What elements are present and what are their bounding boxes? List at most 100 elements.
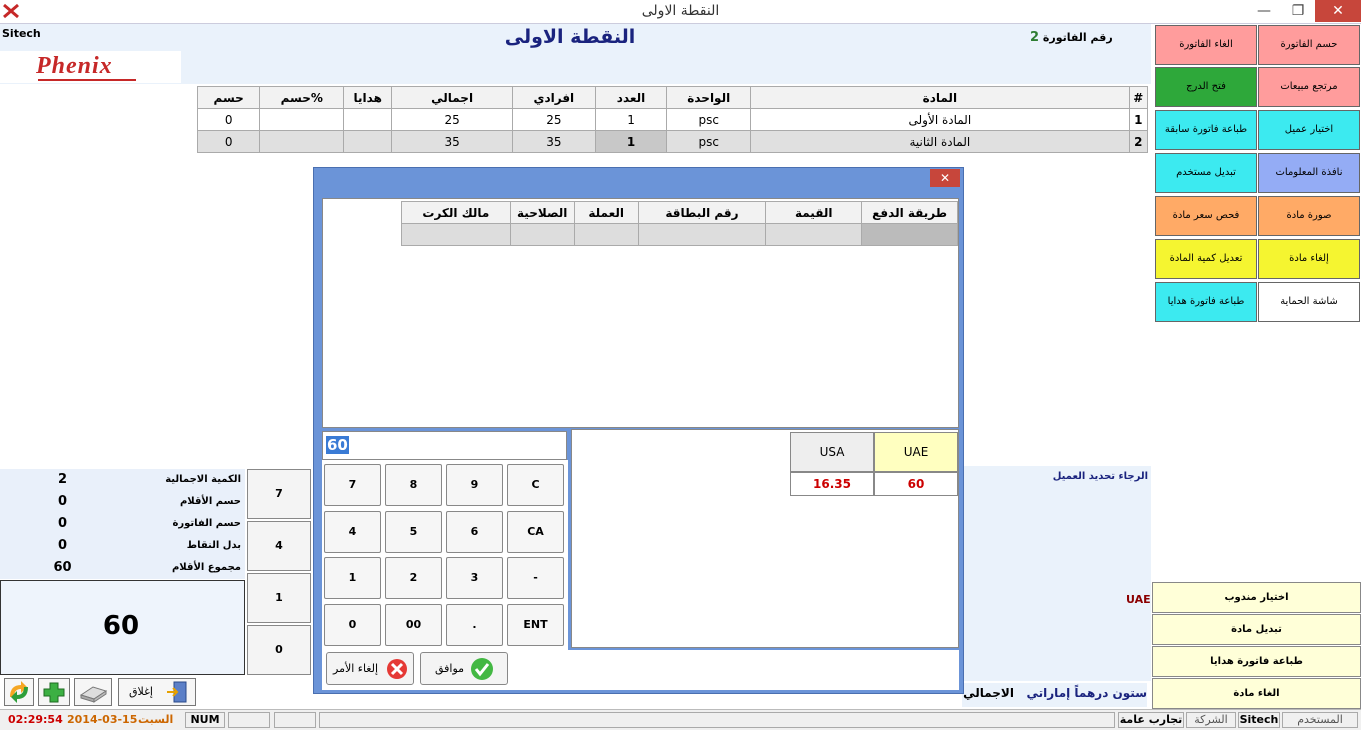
col-total: اجمالي — [391, 86, 513, 109]
cancel-item-button[interactable]: إلغاء مادة — [1258, 239, 1360, 279]
keypad-key-c[interactable]: C — [507, 464, 564, 506]
keypad-key-5[interactable]: 5 — [385, 511, 442, 553]
discount-invoice-button[interactable]: حسم الفاتورة — [1258, 25, 1360, 65]
col-amount: القيمة — [765, 201, 863, 224]
col-currency: العملة — [573, 201, 639, 224]
sales-return-button[interactable]: مرتجع مبيعات — [1258, 67, 1360, 107]
screen-lock-button[interactable]: شاشة الحماية — [1258, 282, 1360, 322]
status-day: السبت — [138, 713, 174, 726]
info-window-button[interactable]: نافذة المعلومات — [1258, 153, 1360, 193]
window-title: النقطة الاولى — [641, 3, 720, 19]
open-drawer-button[interactable]: فتح الدرج — [1155, 67, 1257, 107]
col-num: # — [1128, 86, 1149, 109]
close-button[interactable]: إغلاق — [118, 678, 196, 706]
customer-prompt[interactable]: الرجاء تحديد العميل — [1040, 471, 1148, 482]
table-row[interactable] — [401, 223, 958, 246]
items-table: حسم حسم% هدايا اجمالي افرادي العدد الواح… — [196, 86, 1149, 153]
keypad-key-ca[interactable]: CA — [507, 511, 564, 553]
col-qty: العدد — [594, 86, 668, 109]
invoice-label: رقم الفاتورة — [1042, 31, 1113, 44]
add-icon[interactable] — [38, 678, 70, 706]
table-row[interactable]: 0 25 25 1 psc المادة الأولى 1 — [196, 108, 1149, 131]
keypad-key-0[interactable]: 0 — [324, 604, 381, 646]
keypad-key-2[interactable]: 2 — [385, 557, 442, 599]
close-label: إغلاق — [129, 685, 153, 698]
keypad-key-ent[interactable]: ENT — [507, 604, 564, 646]
refresh-icon[interactable] — [4, 678, 34, 706]
summary-total-qty: 2 الكمية الاجمالية — [0, 469, 245, 491]
keypad-key-6[interactable]: 6 — [446, 511, 503, 553]
check-icon — [471, 658, 493, 680]
select-customer-button[interactable]: اختيار عميل — [1258, 110, 1360, 150]
edit-item-qty-button[interactable]: تعديل كمية المادة — [1155, 239, 1257, 279]
col-disc: حسم — [196, 86, 261, 109]
swap-item-button[interactable]: تبديل مادة — [1152, 614, 1361, 645]
summary-item-discount: 0 حسم الأقلام — [0, 491, 245, 513]
minimize-button[interactable]: — — [1247, 0, 1281, 22]
table-row[interactable]: 0 35 35 1 psc المادة الثانية 2 — [196, 130, 1149, 153]
keypad-key-1[interactable]: 1 — [324, 557, 381, 599]
title-bar: النقطة الاولى — ❐ ✕ — [0, 0, 1361, 24]
summary-points: 0 بدل النقاط — [0, 535, 245, 557]
total-words: ستون درهماً إماراتي الاجمالي — [962, 683, 1147, 707]
keypad-key-dot[interactable]: . — [446, 604, 503, 646]
col-item: المادة — [750, 86, 1130, 109]
print-gift-invoice-button-2[interactable]: طباعة فاتورة هدايا — [1152, 646, 1361, 677]
cancel-x-icon — [387, 659, 407, 679]
print-previous-invoice-button[interactable]: طباعة فاتورة سابقة — [1155, 110, 1257, 150]
col-price: افرادي — [511, 86, 596, 109]
side-key-7[interactable]: 7 — [247, 469, 311, 519]
total-words-label: الاجمالي — [963, 686, 1014, 700]
ok-button[interactable]: موافق — [420, 652, 508, 685]
logo-text: Phenix — [36, 53, 113, 79]
bottom-toolbar: إغلاق — [0, 676, 312, 709]
header: Sitech النقطة الاولى رقم الفاتورة 2 Phen… — [0, 24, 1151, 84]
currency-usa[interactable]: USA — [790, 432, 874, 472]
side-key-0[interactable]: 0 — [247, 625, 311, 675]
cancel-label: إلغاء الأمر — [333, 662, 379, 675]
total-words-value: ستون درهماً إماراتي — [1026, 686, 1147, 700]
big-total-value: 60 — [102, 611, 140, 641]
invoice-number: رقم الفاتورة 2 — [1030, 30, 1113, 45]
cancel-button[interactable]: إلغاء الأمر — [326, 652, 414, 685]
big-total-display: 60 — [0, 580, 245, 675]
col-card-number: رقم البطاقة — [637, 201, 767, 224]
status-empty-3 — [319, 712, 1115, 728]
print-gift-invoice-button[interactable]: طباعة فاتورة هدايا — [1155, 282, 1257, 322]
status-date: 2014-03-15 — [67, 713, 138, 726]
keypad-key-8[interactable]: 8 — [385, 464, 442, 506]
restore-button[interactable]: ❐ — [1281, 0, 1315, 22]
payments-table: مالك الكرت الصلاحية العملة رقم البطاقة ا… — [401, 201, 958, 246]
keypad-key-9[interactable]: 9 — [446, 464, 503, 506]
card-reader-icon[interactable] — [74, 678, 112, 706]
col-gifts: هدايا — [343, 86, 393, 109]
status-user-value: Sitech — [1238, 712, 1280, 728]
amount-input-value: 60 — [326, 436, 349, 454]
side-key-4[interactable]: 4 — [247, 521, 311, 571]
payment-dialog: ✕ مالك الكرت الصلاحية العملة رقم البطاقة… — [313, 167, 964, 694]
close-window-button[interactable]: ✕ — [1315, 0, 1361, 22]
currency-uae-amount: 60 — [874, 472, 958, 496]
change-user-button[interactable]: تبديل مستخدم — [1155, 153, 1257, 193]
amount-input[interactable]: 60 — [322, 431, 567, 460]
keypad-key-7[interactable]: 7 — [324, 464, 381, 506]
keypad-key-3[interactable]: 3 — [446, 557, 503, 599]
currency-usa-amount: 16.35 — [790, 472, 874, 496]
dialog-close-button[interactable]: ✕ — [930, 169, 960, 187]
summary-items-total: 60 مجموع الأقلام — [0, 557, 245, 579]
col-disc-pct: حسم% — [259, 86, 345, 109]
page-title: النقطة الاولى — [504, 26, 636, 48]
col-unit: الواحدة — [666, 86, 752, 109]
currency-uae[interactable]: UAE — [874, 432, 958, 472]
keypad-key-4[interactable]: 4 — [324, 511, 381, 553]
keypad-key-minus[interactable]: - — [507, 557, 564, 599]
ok-label: موافق — [435, 662, 465, 675]
side-key-1[interactable]: 1 — [247, 573, 311, 623]
item-image-button[interactable]: صورة مادة — [1258, 196, 1360, 236]
cancel-item-button-2[interactable]: الغاء مادة — [1152, 678, 1361, 709]
select-rep-button[interactable]: اختيار مندوب — [1152, 582, 1361, 613]
keypad-key-00[interactable]: 00 — [385, 604, 442, 646]
cancel-invoice-button[interactable]: الغاء الفاتورة — [1155, 25, 1257, 65]
check-item-price-button[interactable]: فحص سعر مادة — [1155, 196, 1257, 236]
status-company-label: الشركة — [1186, 712, 1236, 728]
